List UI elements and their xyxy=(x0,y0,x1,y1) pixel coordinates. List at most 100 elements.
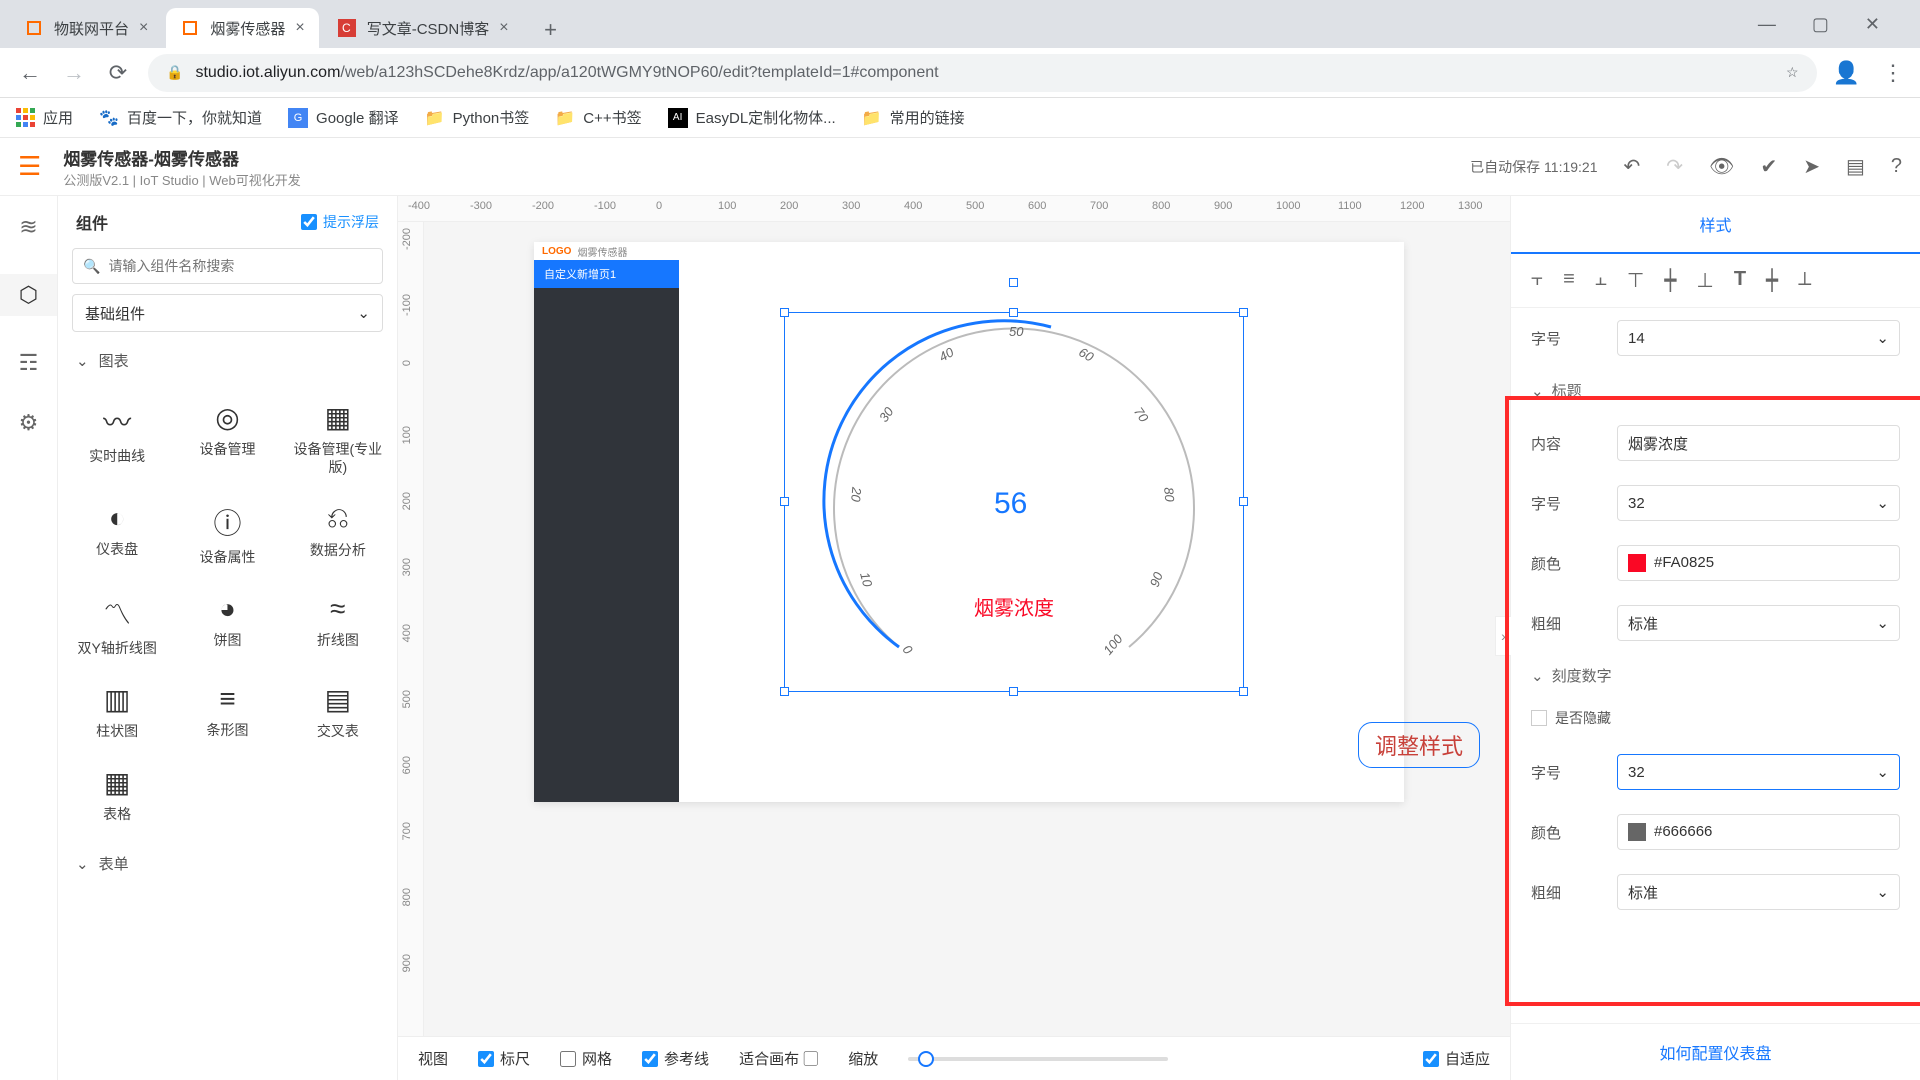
comp-line[interactable]: ≈折线图 xyxy=(283,583,393,667)
search-icon: 🔍 xyxy=(83,258,100,275)
bookmark-item[interactable]: 📁Python书签 xyxy=(425,107,530,128)
comp-realtime-curve[interactable]: 〰实时曲线 xyxy=(62,391,172,486)
section-form[interactable]: ⌄表单 xyxy=(58,843,397,884)
fit-canvas-button[interactable]: 适合画布 ▢ xyxy=(739,1048,818,1069)
hint-toggle[interactable]: 提示浮层 xyxy=(301,212,379,232)
doc-icon[interactable]: ▤ xyxy=(1846,154,1865,179)
back-button[interactable]: ← xyxy=(16,60,44,86)
title-content-input[interactable]: 烟雾浓度 xyxy=(1617,425,1900,461)
profile-icon[interactable]: 👤 xyxy=(1833,60,1860,86)
bookmark-item[interactable]: 📁C++书签 xyxy=(555,107,641,128)
section-title[interactable]: ⌄标题 xyxy=(1511,368,1920,413)
distribute-h-icon[interactable]: T xyxy=(1734,268,1746,293)
section-charts[interactable]: ⌄图表 xyxy=(58,340,397,381)
comp-gauge[interactable]: ◐仪表盘 xyxy=(62,492,172,576)
layers-icon[interactable]: ≋ xyxy=(19,214,37,240)
close-window-icon[interactable]: ✕ xyxy=(1865,14,1880,35)
preview-icon[interactable]: 👁 xyxy=(1709,154,1734,179)
comp-device-mgmt-pro[interactable]: ▦设备管理(专业版) xyxy=(283,391,393,486)
align-left-icon[interactable]: ⫟ xyxy=(1531,268,1543,293)
minimize-icon[interactable]: — xyxy=(1758,14,1776,35)
title-color-input[interactable]: #FA0825 xyxy=(1617,545,1900,581)
help-icon[interactable]: ? xyxy=(1891,155,1902,178)
components-icon[interactable]: ⬡ xyxy=(0,274,57,316)
url-input[interactable]: 🔒 studio.iot.aliyun.com/web/a123hSCDehe8… xyxy=(148,54,1817,92)
grid-toggle[interactable]: 网格 xyxy=(560,1048,612,1069)
category-select[interactable]: 基础组件⌄ xyxy=(72,294,383,332)
hide-scale-checkbox[interactable]: 是否隐藏 xyxy=(1511,698,1920,742)
align-top-icon[interactable]: ⊤ xyxy=(1627,268,1644,293)
scale-font-select[interactable]: 32⌄ xyxy=(1617,754,1900,790)
browser-tab-2[interactable]: C 写文章-CSDN博客 × xyxy=(323,8,523,48)
redo-icon[interactable]: ↷ xyxy=(1666,154,1683,179)
chevron-down-icon: ⌄ xyxy=(76,352,89,370)
bookmark-item[interactable]: GGoogle 翻译 xyxy=(288,107,399,128)
close-icon[interactable]: × xyxy=(139,19,148,37)
star-icon[interactable]: ☆ xyxy=(1786,64,1799,81)
align-right-icon[interactable]: ⫠ xyxy=(1595,268,1607,293)
tab-title: 物联网平台 xyxy=(54,18,129,39)
maximize-icon[interactable]: ▢ xyxy=(1812,14,1829,35)
responsive-toggle[interactable]: 自适应 xyxy=(1423,1048,1490,1069)
svg-text:C: C xyxy=(342,21,351,35)
bookmark-item[interactable]: AIEasyDL定制化物体... xyxy=(668,107,836,128)
apps-button[interactable]: 应用 xyxy=(16,107,73,128)
help-link[interactable]: 如何配置仪表盘 xyxy=(1511,1023,1920,1080)
comp-device-mgmt[interactable]: ◎设备管理 xyxy=(172,391,282,486)
menu-icon[interactable]: ⋮ xyxy=(1882,60,1904,86)
browser-tab-1[interactable]: 烟雾传感器 × xyxy=(166,8,318,48)
browser-tab-0[interactable]: 物联网平台 × xyxy=(10,8,162,48)
component-search[interactable]: 🔍 xyxy=(72,248,383,284)
align-stretch-icon[interactable]: ⟂ xyxy=(1798,268,1811,293)
align-middle-icon[interactable]: ┿ xyxy=(1664,268,1676,293)
design-canvas[interactable]: LOGO烟雾传感器 自定义新增页1 0 10 20 30 xyxy=(424,222,1510,1036)
prop-font-size: 字号 14⌄ xyxy=(1511,308,1920,368)
forward-button[interactable]: → xyxy=(60,60,88,86)
align-center-h-icon[interactable]: ≡ xyxy=(1563,268,1575,293)
new-tab-button[interactable]: + xyxy=(533,12,569,48)
page-menu-item[interactable]: 自定义新增页1 xyxy=(534,260,679,288)
page-title: 烟雾传感器-烟雾传感器 xyxy=(63,145,300,170)
collapse-panel-button[interactable]: › xyxy=(1495,616,1511,656)
reload-button[interactable]: ⟳ xyxy=(104,60,132,86)
settings-icon[interactable]: ⚙ xyxy=(19,410,39,436)
align-bottom-icon[interactable]: ⊥ xyxy=(1696,268,1713,293)
title-font-select[interactable]: 32⌄ xyxy=(1617,485,1900,521)
guide-toggle[interactable]: 参考线 xyxy=(642,1048,709,1069)
search-input[interactable] xyxy=(108,258,372,274)
tab-style[interactable]: 样式 xyxy=(1511,196,1920,254)
selection-box[interactable] xyxy=(784,312,1244,692)
comp-pivot[interactable]: ▤交叉表 xyxy=(283,673,393,750)
font-size-select[interactable]: 14⌄ xyxy=(1617,320,1900,356)
distribute-v-icon[interactable]: ┿ xyxy=(1766,268,1778,293)
chevron-down-icon: ⌄ xyxy=(1531,667,1544,685)
comp-pie[interactable]: ◕饼图 xyxy=(172,583,282,667)
autosave-status: 已自动保存 11:19:21 xyxy=(1470,157,1597,177)
comp-dual-y-line[interactable]: 〽双Y轴折线图 xyxy=(62,583,172,667)
hamburger-icon[interactable]: ☰ xyxy=(18,151,41,182)
check-icon[interactable]: ✔ xyxy=(1760,154,1777,179)
chevron-down-icon: ⌄ xyxy=(1876,883,1889,901)
chevron-down-icon: ⌄ xyxy=(1876,763,1889,781)
scale-color-input[interactable]: #666666 xyxy=(1617,814,1900,850)
send-icon[interactable]: ➤ xyxy=(1803,154,1820,179)
comp-bar[interactable]: ▥柱状图 xyxy=(62,673,172,750)
bookmark-item[interactable]: 📁常用的链接 xyxy=(862,107,965,128)
zoom-slider[interactable] xyxy=(908,1057,1168,1061)
comp-data-analysis[interactable]: ⎌数据分析 xyxy=(283,492,393,576)
chevron-down-icon: ⌄ xyxy=(76,855,89,873)
scale-weight-select[interactable]: 标准⌄ xyxy=(1617,874,1900,910)
comp-table[interactable]: ▦表格 xyxy=(62,756,172,833)
pages-icon[interactable]: ☶ xyxy=(19,350,39,376)
section-scale[interactable]: ⌄刻度数字 xyxy=(1511,653,1920,698)
undo-icon[interactable]: ↶ xyxy=(1624,154,1641,179)
url-text: studio.iot.aliyun.com/web/a123hSCDehe8Kr… xyxy=(195,64,938,82)
comp-device-attr[interactable]: ⓘ设备属性 xyxy=(172,492,282,576)
vertical-ruler: -200-1000100200300400500600700800900 xyxy=(398,222,424,1036)
close-icon[interactable]: × xyxy=(499,19,508,37)
title-weight-select[interactable]: 标准⌄ xyxy=(1617,605,1900,641)
ruler-toggle[interactable]: 标尺 xyxy=(478,1048,530,1069)
close-icon[interactable]: × xyxy=(295,19,304,37)
bookmark-item[interactable]: 🐾百度一下，你就知道 xyxy=(99,107,262,128)
comp-stripe[interactable]: ≡条形图 xyxy=(172,673,282,750)
